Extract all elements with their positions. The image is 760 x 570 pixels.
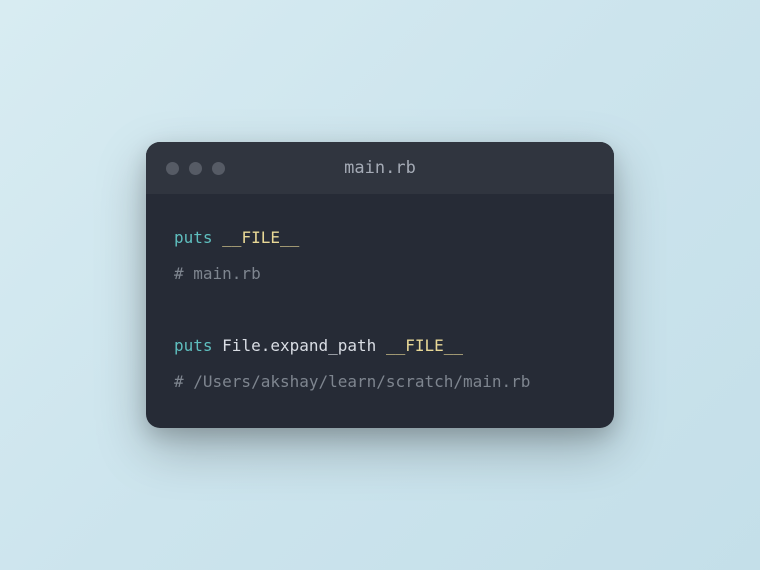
code-line-1: puts __FILE__ <box>174 226 586 250</box>
comment: # main.rb <box>174 264 261 283</box>
code-editor-window: main.rb puts __FILE__ # main.rb puts Fil… <box>146 142 614 428</box>
keyword-puts: puts <box>174 336 213 355</box>
code-line-3: puts File.expand_path __FILE__ <box>174 334 586 358</box>
class-file: File <box>222 336 261 355</box>
title-bar: main.rb <box>146 142 614 194</box>
code-line-2: # main.rb <box>174 262 586 286</box>
blank-line <box>174 298 586 322</box>
close-icon[interactable] <box>166 162 179 175</box>
maximize-icon[interactable] <box>212 162 225 175</box>
method-expand-path: expand_path <box>270 336 376 355</box>
window-controls <box>166 162 225 175</box>
code-content: puts __FILE__ # main.rb puts File.expand… <box>146 194 614 428</box>
constant-file: __FILE__ <box>386 336 463 355</box>
keyword-puts: puts <box>174 228 213 247</box>
minimize-icon[interactable] <box>189 162 202 175</box>
dot: . <box>261 336 271 355</box>
code-line-4: # /Users/akshay/learn/scratch/main.rb <box>174 370 586 394</box>
comment: # /Users/akshay/learn/scratch/main.rb <box>174 372 530 391</box>
constant-file: __FILE__ <box>222 228 299 247</box>
